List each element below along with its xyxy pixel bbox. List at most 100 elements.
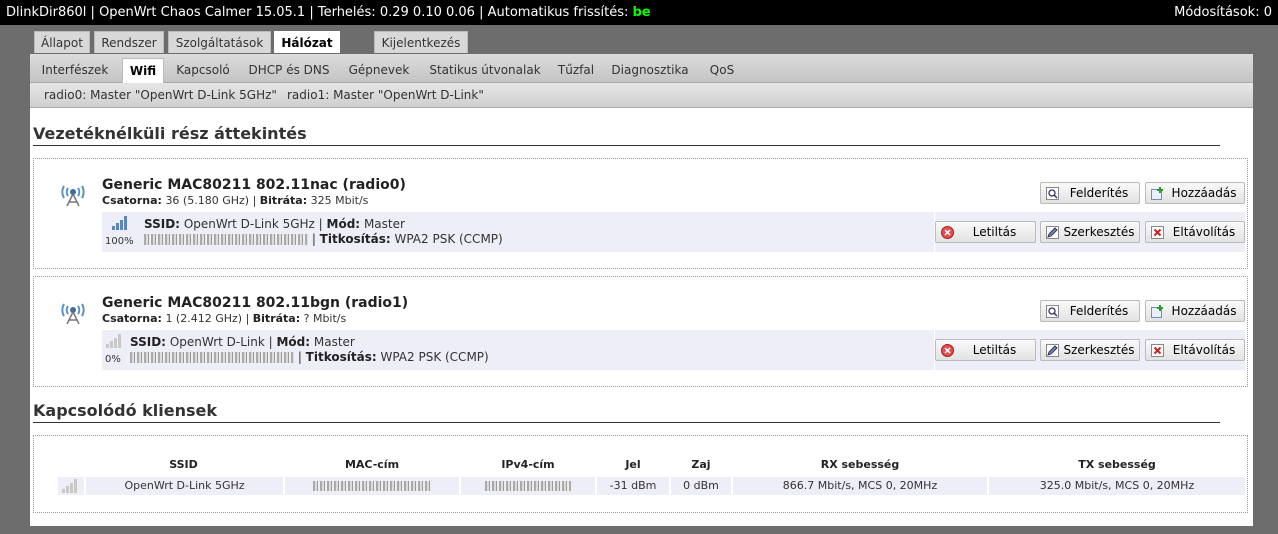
radio1-action-cell: Letiltás Szerkesztés Eltávolítás [935, 330, 1245, 370]
radio1-network-row: 0% SSID: OpenWrt D-Link | Mód: Master | … [102, 330, 934, 370]
radio0-signal-percent: 100% [105, 236, 134, 247]
subtab-diagnostics[interactable]: Diagnosztika [608, 58, 692, 82]
signal-bar [62, 489, 65, 493]
subtab-static-routes[interactable]: Statikus útvonalak [424, 58, 546, 82]
load-label: Terhelés: [317, 5, 376, 20]
subtab-interfaces[interactable]: Interfészek [36, 58, 114, 82]
redacted-ip [485, 481, 571, 491]
client-rx-rate: 866.7 Mbit/s, MCS 0, 20MHz [733, 477, 987, 495]
signal-bar [112, 226, 115, 230]
remove-button[interactable]: Eltávolítás [1145, 221, 1245, 243]
client-noise: 0 dBm [671, 477, 731, 495]
subtab-switch[interactable]: Kapcsoló [170, 58, 236, 82]
radio0-section: Generic MAC80211 802.11nac (radio0) Csat… [33, 158, 1248, 269]
tab-logout[interactable]: Kijelentkezés [374, 31, 468, 53]
changes-indicator[interactable]: Módosítások: 0 [1174, 0, 1272, 25]
channel-label: Csatorna: [102, 194, 162, 207]
radio0-action-cell: Letiltás Szerkesztés Eltávolítás [935, 212, 1245, 252]
radio1-bssid-line: | Titkosítás: WPA2 PSK (CCMP) [130, 350, 489, 364]
signal-strength-icon [106, 334, 121, 348]
radio0-name: Generic MAC80211 802.11nac (radio0) [102, 177, 406, 193]
scan-button[interactable]: Felderítés [1040, 300, 1140, 322]
add-button[interactable]: Hozzáadás [1145, 300, 1245, 322]
radio0-ssid: OpenWrt D-Link 5GHz [183, 217, 315, 231]
mode-label: Mód: [276, 335, 311, 349]
client-ipv4 [461, 477, 595, 495]
remove-button[interactable]: Eltávolítás [1145, 339, 1245, 361]
tab-system[interactable]: Rendszer [94, 31, 164, 53]
radio1-section: Generic MAC80211 802.11bgn (radio1) Csat… [33, 276, 1248, 387]
edit-button[interactable]: Szerkesztés [1040, 221, 1140, 243]
radio0-encryption: WPA2 PSK (CCMP) [394, 232, 503, 246]
signal-bar [124, 216, 127, 230]
col-rx-rate: RX sebesség [820, 458, 900, 471]
changes-label: Módosítások: [1174, 5, 1260, 20]
bitrate-label: Bitráta: [252, 312, 301, 325]
radio-link-radio1[interactable]: radio1: Master "OpenWrt D-Link" [287, 83, 484, 107]
radio1-mode: Master [313, 335, 355, 349]
wireless-radio-icon [61, 185, 85, 207]
status-header-left: DlinkDir860l | OpenWrt Chaos Calmer 15.0… [6, 5, 651, 20]
radio0-bssid-line: | Titkosítás: WPA2 PSK (CCMP) [144, 232, 503, 246]
encryption-label: Titkosítás: [305, 350, 377, 364]
client-ssid: OpenWrt D-Link 5GHz [86, 477, 283, 495]
hostname: DlinkDir860l [6, 5, 87, 20]
signal-bar [74, 479, 77, 493]
col-mac: MAC-cím [344, 458, 400, 471]
tab-services[interactable]: Szolgáltatások [168, 31, 271, 53]
auto-refresh-toggle[interactable]: be [632, 5, 650, 20]
edit-button[interactable]: Szerkesztés [1040, 339, 1140, 361]
signal-bar [106, 344, 109, 348]
signal-strength-icon [62, 479, 77, 493]
subtab-hostnames[interactable]: Gépnevek [344, 58, 414, 82]
ssid-label: SSID: [144, 217, 180, 231]
radio1-ssid: OpenWrt D-Link [169, 335, 265, 349]
firmware-version: OpenWrt Chaos Calmer 15.05.1 [99, 5, 306, 20]
subtab-dhcp-dns[interactable]: DHCP és DNS [244, 58, 334, 82]
col-tx-rate: TX sebesség [1078, 458, 1156, 471]
status-header: DlinkDir860l | OpenWrt Chaos Calmer 15.0… [0, 0, 1278, 25]
tab-status[interactable]: Állapot [34, 31, 90, 53]
encryption-label: Titkosítás: [319, 232, 391, 246]
radio0-bitrate: 325 Mbit/s [310, 194, 369, 207]
channel-label: Csatorna: [102, 312, 162, 325]
main-content: Vezetéknélküli rész áttekintés Generic M… [30, 108, 1253, 526]
client-signal: -31 dBm [597, 477, 669, 495]
sub-navigation: Interfészek Wifi Kapcsoló DHCP és DNS Gé… [30, 54, 1253, 83]
add-button[interactable]: Hozzáadás [1145, 182, 1245, 204]
signal-bar [114, 338, 117, 348]
subtab-firewall[interactable]: Tűzfal [554, 58, 598, 82]
mode-label: Mód: [326, 217, 361, 231]
radio1-encryption: WPA2 PSK (CCMP) [380, 350, 489, 364]
ssid-label: SSID: [130, 335, 166, 349]
client-mac [285, 477, 459, 495]
signal-bar [120, 220, 123, 230]
radio0-network-row: 100% SSID: OpenWrt D-Link 5GHz | Mód: Ma… [102, 212, 934, 252]
col-ipv4: IPv4-cím [501, 458, 555, 471]
subtab-qos[interactable]: QoS [704, 58, 740, 82]
radio1-channel: 1 (2.412 GHz) [165, 312, 243, 325]
radio0-mode: Master [363, 217, 405, 231]
disable-button[interactable]: Letiltás [935, 221, 1036, 243]
scan-button[interactable]: Felderítés [1040, 182, 1140, 204]
clients-section: SSID MAC-cím IPv4-cím Jel Zaj RX sebessé… [33, 435, 1248, 513]
subtab-wifi[interactable]: Wifi [122, 58, 164, 83]
wireless-radio-icon [61, 303, 85, 325]
disable-button[interactable]: Letiltás [935, 339, 1036, 361]
signal-bar [110, 341, 113, 348]
radio0-channel: 36 (5.180 GHz) [165, 194, 250, 207]
auto-refresh-label: Automatikus frissítés: [487, 5, 629, 20]
radio1-details: Csatorna: 1 (2.412 GHz) | Bitráta: ? Mbi… [102, 312, 347, 325]
client-tx-rate: 325.0 Mbit/s, MCS 0, 20MHz [989, 477, 1245, 495]
radio1-name: Generic MAC80211 802.11bgn (radio1) [102, 295, 409, 311]
signal-bar [66, 486, 69, 493]
tab-network[interactable]: Hálózat [274, 31, 340, 53]
radio0-ssid-line: SSID: OpenWrt D-Link 5GHz | Mód: Master [144, 217, 405, 231]
signal-strength-icon [112, 216, 127, 230]
signal-bar [70, 483, 73, 493]
bitrate-label: Bitráta: [259, 194, 308, 207]
main-navigation: Állapot Rendszer Szolgáltatások Hálózat … [0, 25, 1278, 53]
load-values: 0.29 0.10 0.06 [379, 5, 475, 20]
radio-link-radio0[interactable]: radio0: Master "OpenWrt D-Link 5GHz" [44, 83, 277, 107]
radio0-details: Csatorna: 36 (5.180 GHz) | Bitráta: 325 … [102, 194, 369, 207]
